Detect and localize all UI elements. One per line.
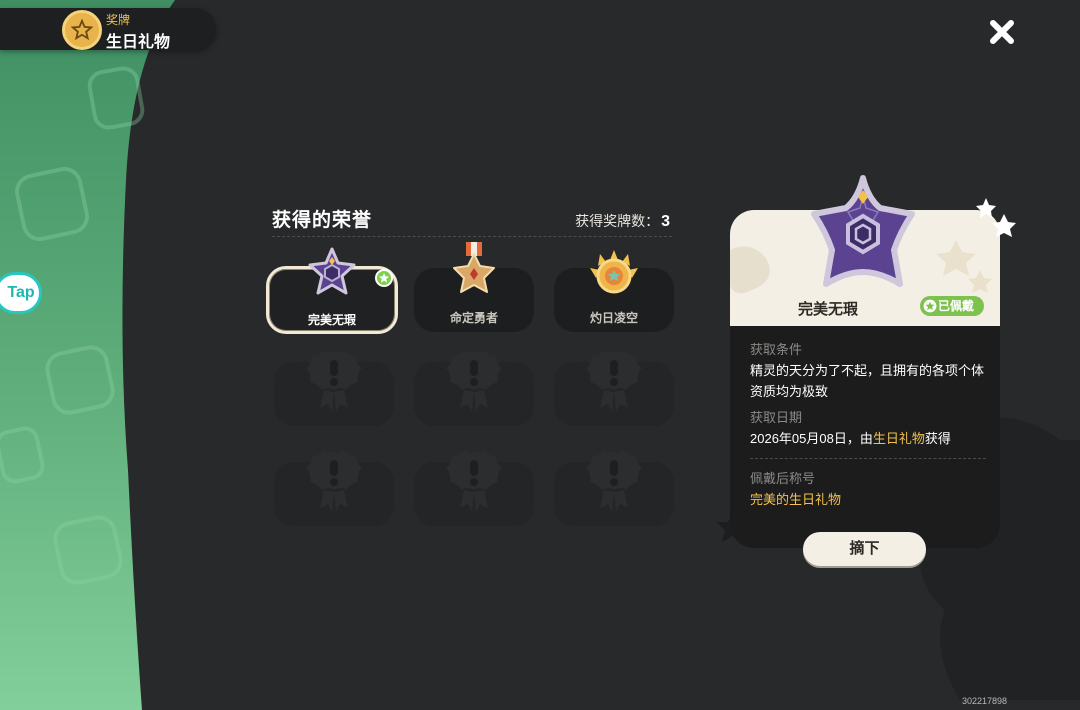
date-text: 2026年05月08日，由生日礼物获得 [750, 428, 990, 449]
medal-slot-locked[interactable] [554, 350, 674, 426]
honors-title: 获得的荣誉 [272, 210, 373, 231]
medal-slot-locked[interactable] [414, 350, 534, 426]
equipped-badge: 已佩戴 [920, 296, 984, 316]
medal-sun-icon [590, 250, 638, 294]
title-badge: 奖牌 生日礼物 [0, 8, 216, 51]
detail-divider [750, 458, 986, 459]
equipped-badge-label: 已佩戴 [938, 299, 975, 313]
locked-medal-icon [586, 350, 642, 412]
medal-label: 命定勇者 [449, 311, 498, 325]
remove-medal-button[interactable]: 摘下 [803, 532, 926, 566]
medal-slot-sun[interactable]: 灼日凌空 [554, 250, 674, 332]
date-source: 生日礼物 [872, 431, 925, 446]
locked-medal-icon [306, 350, 362, 412]
detail-medal-name: 完美无瑕 [797, 301, 858, 318]
equipped-indicator [375, 269, 393, 287]
medal-count-label: 获得奖牌数： [575, 213, 660, 229]
medal-label: 灼日凌空 [589, 311, 638, 325]
medal-slot-locked[interactable] [554, 450, 674, 526]
medal-slot-locked[interactable] [274, 450, 394, 526]
medal-count: 获得奖牌数： 3 [575, 211, 670, 231]
medal-slot-locked[interactable] [414, 450, 534, 526]
date-suffix: 获得 [924, 431, 951, 446]
star-badge-icon [62, 10, 102, 50]
date-prefix: 2026年05月08日，由 [750, 431, 873, 446]
date-label: 获取日期 [750, 410, 803, 425]
sparkle-stars-icon [976, 198, 1016, 237]
medal-slot-perfect[interactable]: 完美无瑕 [266, 247, 398, 334]
title-label: 佩戴后称号 [750, 471, 816, 486]
medal-slot-locked[interactable] [274, 350, 394, 426]
honors-divider [272, 236, 672, 237]
medal-slot-hero[interactable]: 命定勇者 [414, 242, 534, 332]
locked-medal-icon [446, 450, 502, 512]
title-text: 完美的生日礼物 [750, 492, 842, 507]
header-title: 生日礼物 [106, 34, 171, 51]
detail-medal-icon [811, 175, 915, 287]
condition-label: 获取条件 [750, 342, 803, 357]
medal-count-value: 3 [661, 213, 670, 230]
close-icon [990, 20, 1014, 44]
medal-hero-icon [453, 242, 495, 293]
header-subtitle: 奖牌 [106, 13, 131, 27]
detail-body: 获取条件 精灵的天分为了不起，且拥有的各项个体资质均为极致 获取日期 2026年… [750, 340, 990, 510]
locked-medal-icon [446, 350, 502, 412]
close-button[interactable] [986, 16, 1018, 48]
check-star-icon [923, 299, 937, 313]
tap-button[interactable]: Tap [0, 272, 42, 314]
locked-medal-icon [586, 450, 642, 512]
condition-text: 精灵的天分为了不起，且拥有的各项个体资质均为极致 [750, 363, 985, 399]
locked-medal-icon [306, 450, 362, 512]
check-star-icon [379, 273, 389, 283]
build-id: 302217898 [962, 696, 1008, 706]
medal-label: 完美无瑕 [307, 313, 356, 327]
medal-perfect-icon [308, 247, 356, 295]
